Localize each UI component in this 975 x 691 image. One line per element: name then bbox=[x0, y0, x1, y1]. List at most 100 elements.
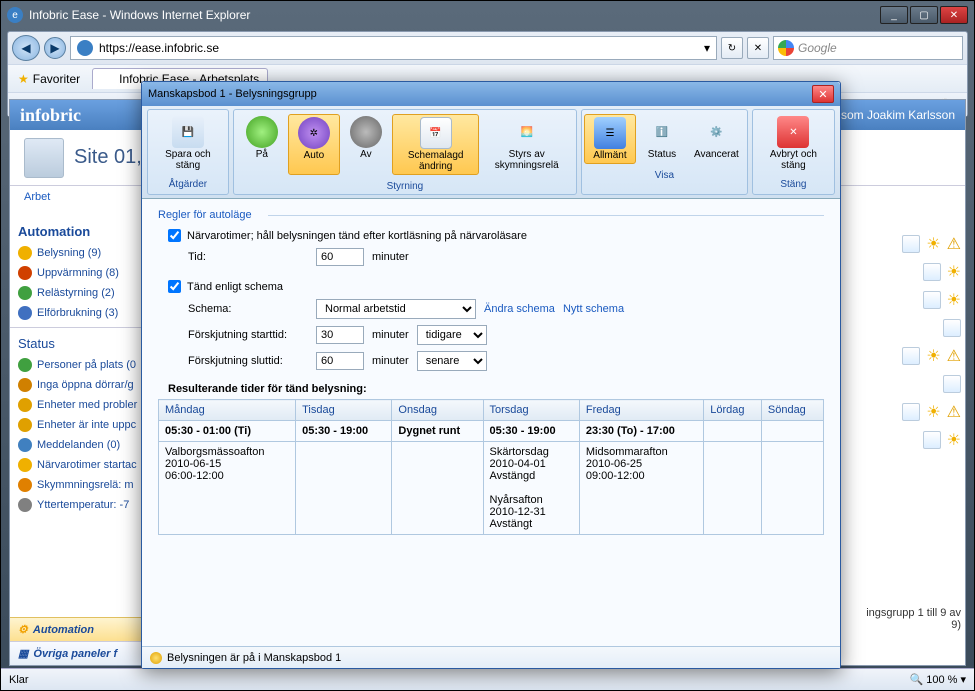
schema-select[interactable]: Normal arbetstid bbox=[316, 299, 476, 319]
cancel-close-button[interactable]: ✕Avbryt och stäng bbox=[755, 114, 832, 173]
schema-label: Schema: bbox=[188, 303, 308, 315]
warn-icon: ⚠ bbox=[947, 234, 961, 254]
save-close-button[interactable]: 💾 Spara och stäng bbox=[150, 114, 226, 173]
list-icon: ☰ bbox=[594, 117, 626, 149]
start-offset-label: Förskjutning starttid: bbox=[188, 329, 308, 341]
modal-status-text: Belysningen är på i Manskapsbod 1 bbox=[167, 652, 341, 664]
schema-checkbox[interactable]: Tänd enligt schema bbox=[168, 280, 824, 293]
grid-icon[interactable] bbox=[923, 431, 941, 449]
zoom-control[interactable]: 🔍 100 % ▾ bbox=[909, 673, 966, 686]
tid-input[interactable] bbox=[316, 248, 364, 266]
grid-icon[interactable] bbox=[923, 263, 941, 281]
warn-icon: ⚠ bbox=[947, 346, 961, 366]
note-cell bbox=[761, 442, 823, 535]
app-icon: e bbox=[7, 7, 23, 23]
sunrise-icon: 🌅 bbox=[511, 116, 543, 148]
calendar-icon: 📅 bbox=[420, 117, 452, 149]
forward-button[interactable]: ▶ bbox=[44, 37, 66, 59]
note-cell bbox=[392, 442, 483, 535]
sun-icon: ☀ bbox=[926, 346, 940, 366]
grid-icon[interactable] bbox=[902, 403, 920, 421]
search-placeholder: Google bbox=[798, 41, 837, 55]
new-schema-link[interactable]: Nytt schema bbox=[563, 303, 624, 315]
bulb-icon bbox=[150, 652, 162, 664]
gear-icon: ⚙️ bbox=[700, 116, 732, 148]
status-text: Klar bbox=[9, 674, 29, 686]
close-button[interactable]: ✕ bbox=[940, 6, 968, 24]
note-cell bbox=[704, 442, 762, 535]
day-header: Måndag bbox=[159, 400, 296, 421]
site-icon-large bbox=[24, 138, 64, 178]
auto-button[interactable]: ✲Auto bbox=[288, 114, 340, 175]
modal-status-bar: Belysningen är på i Manskapsbod 1 bbox=[142, 646, 840, 668]
ribbon: 💾 Spara och stäng Åtgärder På ✲Auto Av 📅… bbox=[142, 106, 840, 199]
time-cell: 05:30 - 19:00 bbox=[296, 421, 392, 442]
off-icon bbox=[350, 116, 382, 148]
logged-in-label: d som Joakim Karlsson bbox=[831, 108, 955, 122]
window-titlebar: e Infobric Ease - Windows Internet Explo… bbox=[1, 1, 974, 29]
search-box[interactable]: Google bbox=[773, 36, 963, 60]
sublink[interactable]: Arbet bbox=[24, 191, 50, 203]
dusk-relay-button[interactable]: 🌅Styrs av skymningsrelä bbox=[479, 114, 574, 175]
time-cell: Dygnet runt bbox=[392, 421, 483, 442]
minimize-button[interactable]: _ bbox=[880, 6, 908, 24]
end-offset-label: Förskjutning sluttid: bbox=[188, 355, 308, 367]
day-header: Onsdag bbox=[392, 400, 483, 421]
modal-title-text: Manskapsbod 1 - Belysningsgrupp bbox=[148, 88, 317, 100]
time-cell bbox=[704, 421, 762, 442]
window-title: Infobric Ease - Windows Internet Explore… bbox=[29, 8, 250, 22]
back-button[interactable]: ◀ bbox=[12, 35, 40, 61]
favorites-button[interactable]: ★Favoriter bbox=[12, 70, 86, 88]
edit-schema-link[interactable]: Ändra schema bbox=[484, 303, 555, 315]
end-dir-select[interactable]: senare bbox=[417, 351, 487, 371]
grid-icon[interactable] bbox=[943, 319, 961, 337]
status-button[interactable]: ℹ️Status bbox=[636, 114, 688, 164]
grid-icon[interactable] bbox=[923, 291, 941, 309]
presence-timer-checkbox[interactable]: Närvarotimer; håll belysningen tänd efte… bbox=[168, 229, 824, 242]
sun-icon: ☀ bbox=[926, 402, 940, 422]
modal-body: Regler för autoläge Närvarotimer; håll b… bbox=[142, 199, 840, 646]
maximize-button[interactable]: ▢ bbox=[910, 6, 938, 24]
time-cell: 05:30 - 19:00 bbox=[483, 421, 579, 442]
start-dir-select[interactable]: tidigare bbox=[417, 325, 487, 345]
on-icon bbox=[246, 116, 278, 148]
general-button[interactable]: ☰Allmänt bbox=[584, 114, 636, 164]
tid-label: Tid: bbox=[188, 251, 308, 263]
grid-icon[interactable] bbox=[902, 347, 920, 365]
grid-icon[interactable] bbox=[902, 235, 920, 253]
off-button[interactable]: Av bbox=[340, 114, 392, 175]
start-offset-input[interactable] bbox=[316, 326, 364, 344]
day-header: Fredag bbox=[579, 400, 703, 421]
on-button[interactable]: På bbox=[236, 114, 288, 175]
auto-icon: ✲ bbox=[298, 117, 330, 149]
scheduled-button[interactable]: 📅Schemalagd ändring bbox=[392, 114, 480, 175]
cancel-icon: ✕ bbox=[777, 116, 809, 148]
advanced-button[interactable]: ⚙️Avancerat bbox=[688, 114, 745, 164]
save-icon: 💾 bbox=[172, 116, 204, 148]
modal-close-button[interactable]: ✕ bbox=[812, 85, 834, 103]
grid-icon[interactable] bbox=[943, 375, 961, 393]
day-header: Torsdag bbox=[483, 400, 579, 421]
day-header: Söndag bbox=[761, 400, 823, 421]
time-cell bbox=[761, 421, 823, 442]
time-cell: 23:30 (To) - 17:00 bbox=[579, 421, 703, 442]
note-cell: Valborgsmässoafton 2010-06-15 06:00-12:0… bbox=[159, 442, 296, 535]
star-icon: ★ bbox=[18, 72, 29, 86]
status-bar: Klar 🔍 100 % ▾ bbox=[1, 668, 974, 690]
browser-window: e Infobric Ease - Windows Internet Explo… bbox=[0, 0, 975, 691]
end-offset-input[interactable] bbox=[316, 352, 364, 370]
right-column: ☀⚠ ☀ ☀ ☀⚠ ☀⚠ ☀ ingsgrupp 1 till 9 av 9) bbox=[855, 230, 965, 635]
section-title: Regler för autoläge bbox=[158, 209, 824, 221]
address-bar[interactable]: https://ease.infobric.se ▾ bbox=[70, 36, 717, 60]
chk1-input[interactable] bbox=[168, 229, 181, 242]
google-icon bbox=[778, 40, 794, 56]
brand-logo: infobric bbox=[20, 105, 81, 126]
sun-icon: ☀ bbox=[926, 234, 940, 254]
stop-button[interactable]: ✕ bbox=[747, 37, 769, 59]
refresh-button[interactable]: ↻ bbox=[721, 37, 743, 59]
chk2-input[interactable] bbox=[168, 280, 181, 293]
note-cell: Skärtorsdag 2010-04-01 Avstängd Nyårsaft… bbox=[483, 442, 579, 535]
day-header: Tisdag bbox=[296, 400, 392, 421]
count-label: ingsgrupp 1 till 9 av 9) bbox=[859, 607, 961, 631]
url-text: https://ease.infobric.se bbox=[99, 41, 219, 55]
